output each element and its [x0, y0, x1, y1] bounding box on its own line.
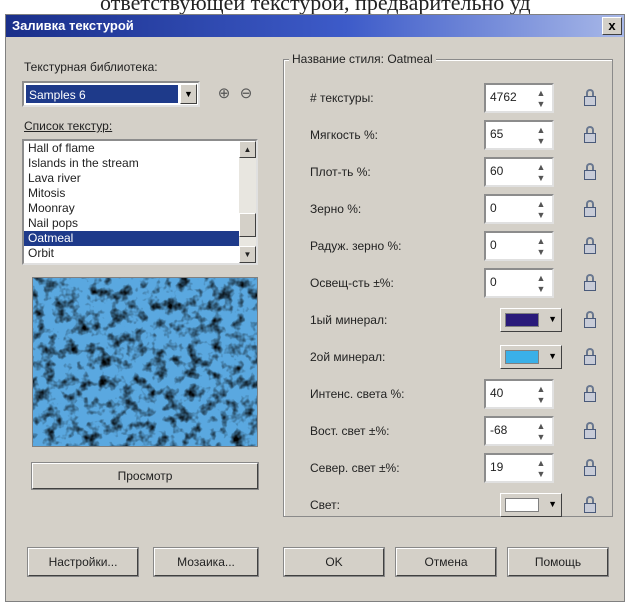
param-label: Вост. свет ±%:: [310, 424, 390, 438]
lock-icon[interactable]: [583, 348, 597, 366]
param-label: 2ой минерал:: [310, 350, 386, 364]
param-spinbox[interactable]: 4762 ▲ ▼: [484, 83, 554, 113]
param-value: 0: [490, 238, 497, 252]
param-spinbox[interactable]: -68 ▲ ▼: [484, 416, 554, 446]
spin-arrows-icon[interactable]: ▲ ▼: [532, 421, 550, 445]
param-label: Радуж. зерно %:: [310, 239, 402, 253]
param-value: 60: [490, 164, 504, 178]
texture-list[interactable]: Hall of flame Islands in the stream Lava r…: [22, 139, 258, 265]
param-spinbox[interactable]: 65 ▲ ▼: [484, 120, 554, 150]
chevron-down-icon: ▼: [548, 499, 557, 509]
scroll-down-icon[interactable]: ▼: [239, 246, 256, 263]
param-label: 1ый минерал:: [310, 313, 388, 327]
param-label: Свет:: [310, 498, 341, 512]
lock-icon[interactable]: [583, 311, 597, 329]
color-picker-button[interactable]: ▼: [500, 345, 562, 369]
style-name-label: Название стиля: Oatmeal: [289, 52, 436, 66]
texture-preview-image: [33, 278, 257, 446]
param-value: 65: [490, 127, 504, 141]
spin-arrows-icon[interactable]: ▲ ▼: [532, 88, 550, 112]
lock-icon[interactable]: [583, 496, 597, 514]
close-button[interactable]: x: [602, 17, 622, 35]
lock-icon[interactable]: [583, 89, 597, 107]
texture-preview: [32, 277, 258, 447]
lock-icon[interactable]: [583, 274, 597, 292]
ok-button[interactable]: OK: [283, 547, 385, 577]
mosaic-button[interactable]: Мозаика...: [153, 547, 259, 577]
settings-button[interactable]: Настройки...: [27, 547, 139, 577]
preview-button[interactable]: Просмотр: [31, 462, 259, 490]
param-spinbox[interactable]: 0 ▲ ▼: [484, 194, 554, 224]
scroll-up-icon[interactable]: ▲: [239, 141, 256, 158]
spin-arrows-icon[interactable]: ▲ ▼: [532, 384, 550, 408]
param-value: 0: [490, 201, 497, 215]
param-label: Зерно %:: [310, 202, 362, 216]
param-spinbox[interactable]: 40 ▲ ▼: [484, 379, 554, 409]
cancel-button[interactable]: Отмена: [395, 547, 497, 577]
spin-arrows-icon[interactable]: ▲ ▼: [532, 199, 550, 223]
title-bar: Заливка текстурой x: [6, 15, 624, 37]
param-label: Плот-ть %:: [310, 165, 371, 179]
lock-icon[interactable]: [583, 422, 597, 440]
param-value: -68: [490, 423, 508, 437]
spin-arrows-icon[interactable]: ▲ ▼: [532, 273, 550, 297]
library-select[interactable]: Samples 6 ▼: [22, 81, 200, 107]
param-spinbox[interactable]: 0 ▲ ▼: [484, 231, 554, 261]
param-label: Север. свет ±%:: [310, 461, 400, 475]
color-swatch: [505, 350, 539, 364]
remove-library-icon[interactable]: ⊖: [236, 84, 256, 104]
param-label: Мягкость %:: [310, 128, 379, 142]
param-spinbox[interactable]: 60 ▲ ▼: [484, 157, 554, 187]
param-label: Освещ-сть ±%:: [310, 276, 394, 290]
list-item[interactable]: Lava river: [24, 171, 256, 186]
list-item[interactable]: Islands in the stream: [24, 156, 256, 171]
color-picker-button[interactable]: ▼: [500, 308, 562, 332]
list-item[interactable]: Mitosis: [24, 186, 256, 201]
param-label: # текстуры:: [310, 91, 374, 105]
help-button[interactable]: Помощь: [507, 547, 609, 577]
spin-arrows-icon[interactable]: ▲ ▼: [532, 236, 550, 260]
lock-icon[interactable]: [583, 385, 597, 403]
list-item[interactable]: Oatmeal: [24, 231, 256, 246]
param-value: 19: [490, 460, 504, 474]
chevron-down-icon[interactable]: ▼: [180, 84, 197, 104]
list-item[interactable]: Orbit: [24, 246, 256, 261]
library-select-value: Samples 6: [26, 85, 178, 103]
chevron-down-icon: ▼: [548, 351, 557, 361]
color-swatch: [505, 313, 539, 327]
param-label: Интенс. света %:: [310, 387, 405, 401]
lock-icon[interactable]: [583, 200, 597, 218]
spin-arrows-icon[interactable]: ▲ ▼: [532, 162, 550, 186]
texture-list-label: Список текстур:: [24, 119, 113, 133]
list-item[interactable]: Hall of flame: [24, 141, 256, 156]
lock-icon[interactable]: [583, 237, 597, 255]
spin-arrows-icon[interactable]: ▲ ▼: [532, 458, 550, 482]
scroll-thumb[interactable]: [239, 213, 256, 237]
param-spinbox[interactable]: 19 ▲ ▼: [484, 453, 554, 483]
list-item[interactable]: Nail pops: [24, 216, 256, 231]
param-value: 40: [490, 386, 504, 400]
color-swatch: [505, 498, 539, 512]
lock-icon[interactable]: [583, 163, 597, 181]
color-picker-button[interactable]: ▼: [500, 493, 562, 517]
param-value: 4762: [490, 90, 517, 104]
texture-fill-dialog: Заливка текстурой x Текстурная библиотек…: [5, 14, 625, 602]
spin-arrows-icon[interactable]: ▲ ▼: [532, 125, 550, 149]
library-label: Текстурная библиотека:: [24, 60, 158, 74]
texture-list-scrollbar[interactable]: ▲ ▼: [239, 141, 256, 263]
chevron-down-icon: ▼: [548, 314, 557, 324]
lock-icon[interactable]: [583, 126, 597, 144]
param-spinbox[interactable]: 0 ▲ ▼: [484, 268, 554, 298]
param-value: 0: [490, 275, 497, 289]
dialog-title: Заливка текстурой: [12, 18, 134, 33]
list-item[interactable]: Moonray: [24, 201, 256, 216]
add-library-icon[interactable]: ⊕: [214, 84, 234, 104]
lock-icon[interactable]: [583, 459, 597, 477]
